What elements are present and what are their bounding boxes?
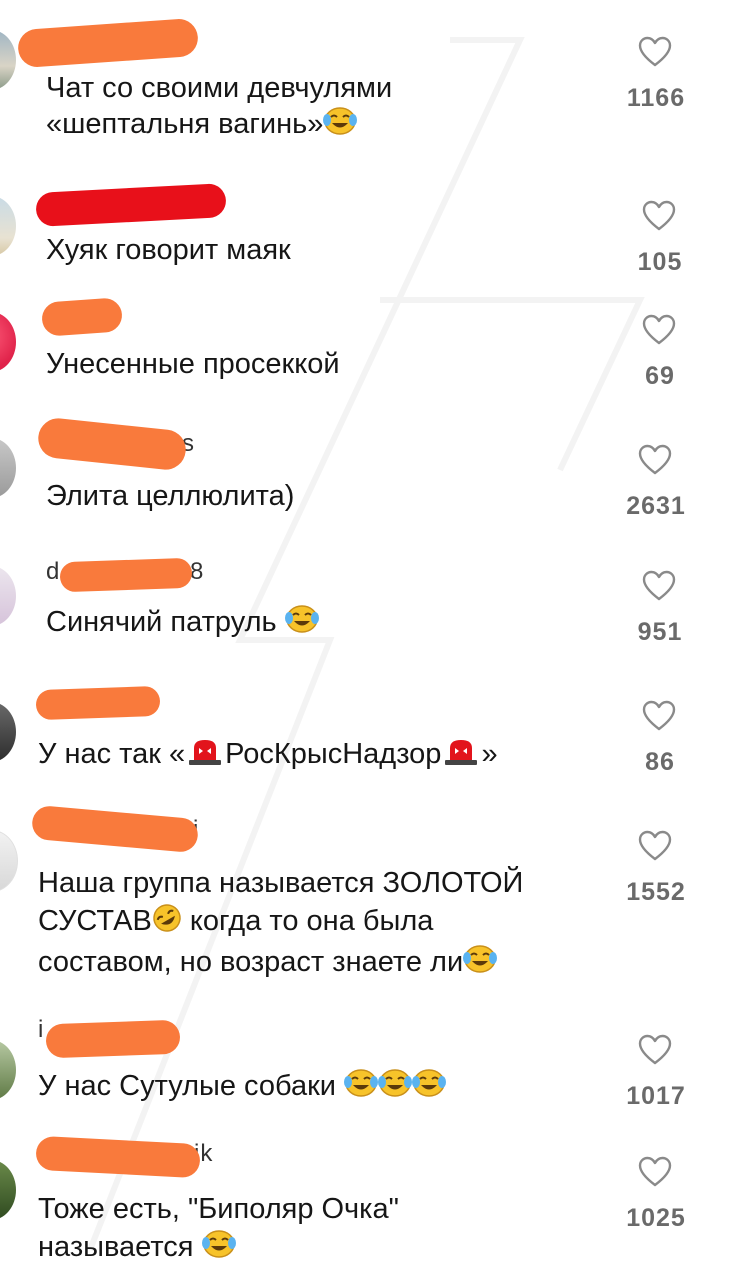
comment-text: Унесенные просеккой bbox=[46, 348, 340, 380]
avatar[interactable] bbox=[0, 702, 16, 762]
comment-text: Хуяк говорит маяк bbox=[46, 234, 291, 266]
username: 8 bbox=[190, 558, 205, 585]
comment-text: Тоже есть, "Биполяр Очка" называется bbox=[38, 1190, 399, 1269]
police-light-emoji-icon bbox=[185, 736, 225, 775]
avatar[interactable] bbox=[0, 196, 16, 256]
heart-outline-icon bbox=[642, 570, 676, 601]
avatar[interactable] bbox=[0, 1040, 16, 1100]
joy-emoji-icon bbox=[284, 604, 319, 643]
like-count: 1552 bbox=[626, 878, 686, 906]
joy-emoji-icon bbox=[463, 944, 498, 984]
username-redaction bbox=[30, 804, 200, 854]
comment-text: Наша группа называется ЗОЛОТОЙ СУСТАВ ко… bbox=[38, 864, 523, 984]
comment-text: У нас Сутулые собаки bbox=[38, 1068, 447, 1107]
like-count: 951 bbox=[637, 618, 683, 646]
avatar[interactable] bbox=[0, 1160, 16, 1220]
comment-text: Элита целлюлита) bbox=[46, 480, 295, 512]
comment-text: Синячий патруль bbox=[46, 604, 319, 643]
joy-emoji-icon bbox=[323, 106, 358, 145]
rofl-emoji-icon bbox=[152, 903, 182, 943]
username-redaction bbox=[35, 1135, 201, 1179]
heart-outline-icon bbox=[638, 444, 672, 475]
username-redaction bbox=[45, 1019, 181, 1059]
avatar[interactable] bbox=[0, 30, 16, 90]
like-count: 105 bbox=[637, 248, 683, 276]
avatar[interactable] bbox=[0, 566, 16, 626]
like-count: 86 bbox=[645, 748, 675, 776]
avatar[interactable] bbox=[0, 438, 16, 498]
avatar[interactable] bbox=[0, 830, 18, 892]
comment-text: У нас так «РосКрысНадзор» bbox=[38, 736, 498, 775]
joy-emoji-icon bbox=[201, 1229, 236, 1269]
avatar[interactable] bbox=[0, 312, 16, 372]
like-count: 1025 bbox=[626, 1204, 686, 1232]
username-redaction bbox=[35, 685, 161, 721]
username-redaction bbox=[40, 297, 124, 337]
heart-outline-icon bbox=[638, 36, 672, 67]
username-redaction bbox=[16, 17, 200, 69]
like-count: 69 bbox=[645, 362, 675, 390]
heart-outline-icon bbox=[642, 314, 676, 345]
heart-outline-icon bbox=[642, 700, 676, 731]
heart-outline-icon bbox=[638, 1034, 672, 1065]
comment-text: Чат со своими девчулями «шептальня вагин… bbox=[46, 70, 392, 145]
joy-emoji-icon bbox=[344, 1068, 379, 1107]
heart-outline-icon bbox=[638, 830, 672, 861]
username-redaction bbox=[59, 557, 193, 593]
username-redaction bbox=[36, 416, 188, 472]
joy-emoji-icon bbox=[412, 1068, 447, 1107]
police-light-emoji-icon bbox=[441, 736, 481, 775]
like-count: 1017 bbox=[626, 1082, 686, 1110]
like-count: 2631 bbox=[626, 492, 686, 520]
like-count: 1166 bbox=[626, 84, 686, 112]
heart-outline-icon bbox=[642, 200, 676, 231]
username: i bbox=[38, 1016, 45, 1043]
joy-emoji-icon bbox=[378, 1068, 413, 1107]
username: d bbox=[46, 558, 61, 585]
heart-outline-icon bbox=[638, 1156, 672, 1187]
username-redaction bbox=[35, 183, 227, 227]
